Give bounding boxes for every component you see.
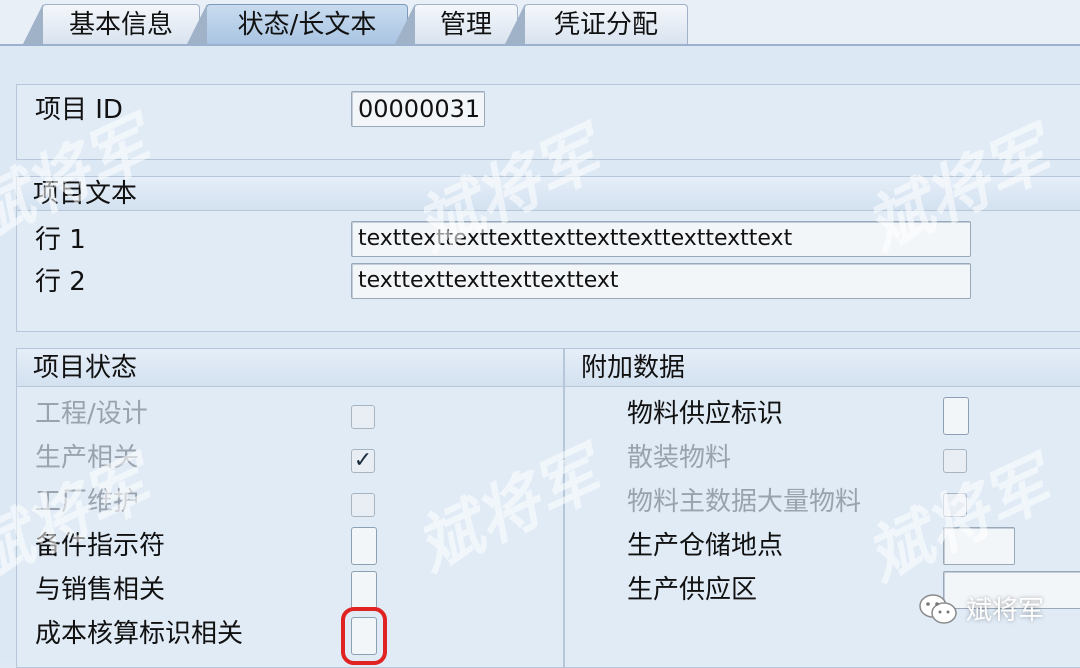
line2-label: 行 2 (35, 267, 86, 297)
status-label-plant-maintenance: 工厂维护 (35, 487, 140, 517)
tab-document-assignment[interactable]: 凭证分配 (505, 4, 688, 44)
tab-label: 状态/长文本 (237, 10, 377, 40)
tab-basic-info[interactable]: 基本信息 (23, 4, 200, 44)
item-status-title: 项目状态 (17, 349, 563, 387)
tab-label: 管理 (439, 10, 492, 40)
spare-part-checkbox[interactable] (351, 527, 377, 565)
item-id-label: 项目 ID (35, 95, 123, 125)
item-text-title: 项目文本 (17, 177, 1080, 211)
bulk-material-master-label: 物料主数据大量物料 (627, 487, 862, 517)
tab-management[interactable]: 管理 (395, 4, 518, 44)
tab-status-long-text[interactable]: 状态/长文本 (187, 4, 408, 44)
item-id-panel: 项目 ID 00000031 (16, 84, 1080, 160)
tab-content: 项目 ID 00000031 项目文本 行 1 texttexttexttext… (0, 44, 1080, 668)
status-label-spare-part: 备件指示符 (35, 531, 166, 561)
bulk-material-checkbox[interactable] (943, 449, 967, 473)
status-label-production: 生产相关 (35, 443, 140, 473)
status-label-engineering: 工程/设计 (35, 399, 148, 429)
costing-relevant-checkbox[interactable] (341, 607, 387, 665)
item-status-panel: 项目状态 工程/设计 生产相关 ✓ 工厂维护 备件指示符 与销售相关 成本核算标… (16, 348, 564, 668)
tab-label: 基本信息 (68, 10, 173, 40)
prod-storage-location-field[interactable] (943, 527, 1015, 565)
prod-storage-location-label: 生产仓储地点 (627, 531, 784, 561)
material-provision-field[interactable] (943, 397, 969, 435)
line1-field[interactable]: texttexttexttexttexttexttexttexttexttext (351, 221, 971, 257)
additional-data-title: 附加数据 (565, 349, 1080, 387)
status-label-costing: 成本核算标识相关 (35, 619, 244, 649)
bulk-material-master-checkbox[interactable] (943, 493, 967, 517)
wechat-icon (918, 593, 958, 625)
engineering-checkbox[interactable] (351, 405, 375, 429)
material-provision-label: 物料供应标识 (627, 399, 784, 429)
production-relevant-checkbox[interactable]: ✓ (351, 449, 375, 473)
item-id-field[interactable]: 00000031 (351, 91, 485, 127)
account-badge: 斌将军 (918, 590, 1044, 627)
tab-bar: 基本信息 状态/长文本 管理 凭证分配 (0, 0, 1080, 44)
line2-field[interactable]: texttexttexttexttexttext (351, 263, 971, 299)
line1-label: 行 1 (35, 225, 86, 255)
status-label-sales: 与销售相关 (35, 575, 166, 605)
prod-supply-area-label: 生产供应区 (627, 575, 758, 605)
plant-maintenance-checkbox[interactable] (351, 493, 375, 517)
tab-label: 凭证分配 (553, 10, 658, 40)
sales-relevant-checkbox[interactable] (351, 571, 377, 609)
bulk-material-label: 散装物料 (627, 443, 732, 473)
item-text-panel: 项目文本 行 1 texttexttexttexttexttexttexttex… (16, 176, 1080, 332)
badge-text: 斌将军 (966, 596, 1045, 626)
